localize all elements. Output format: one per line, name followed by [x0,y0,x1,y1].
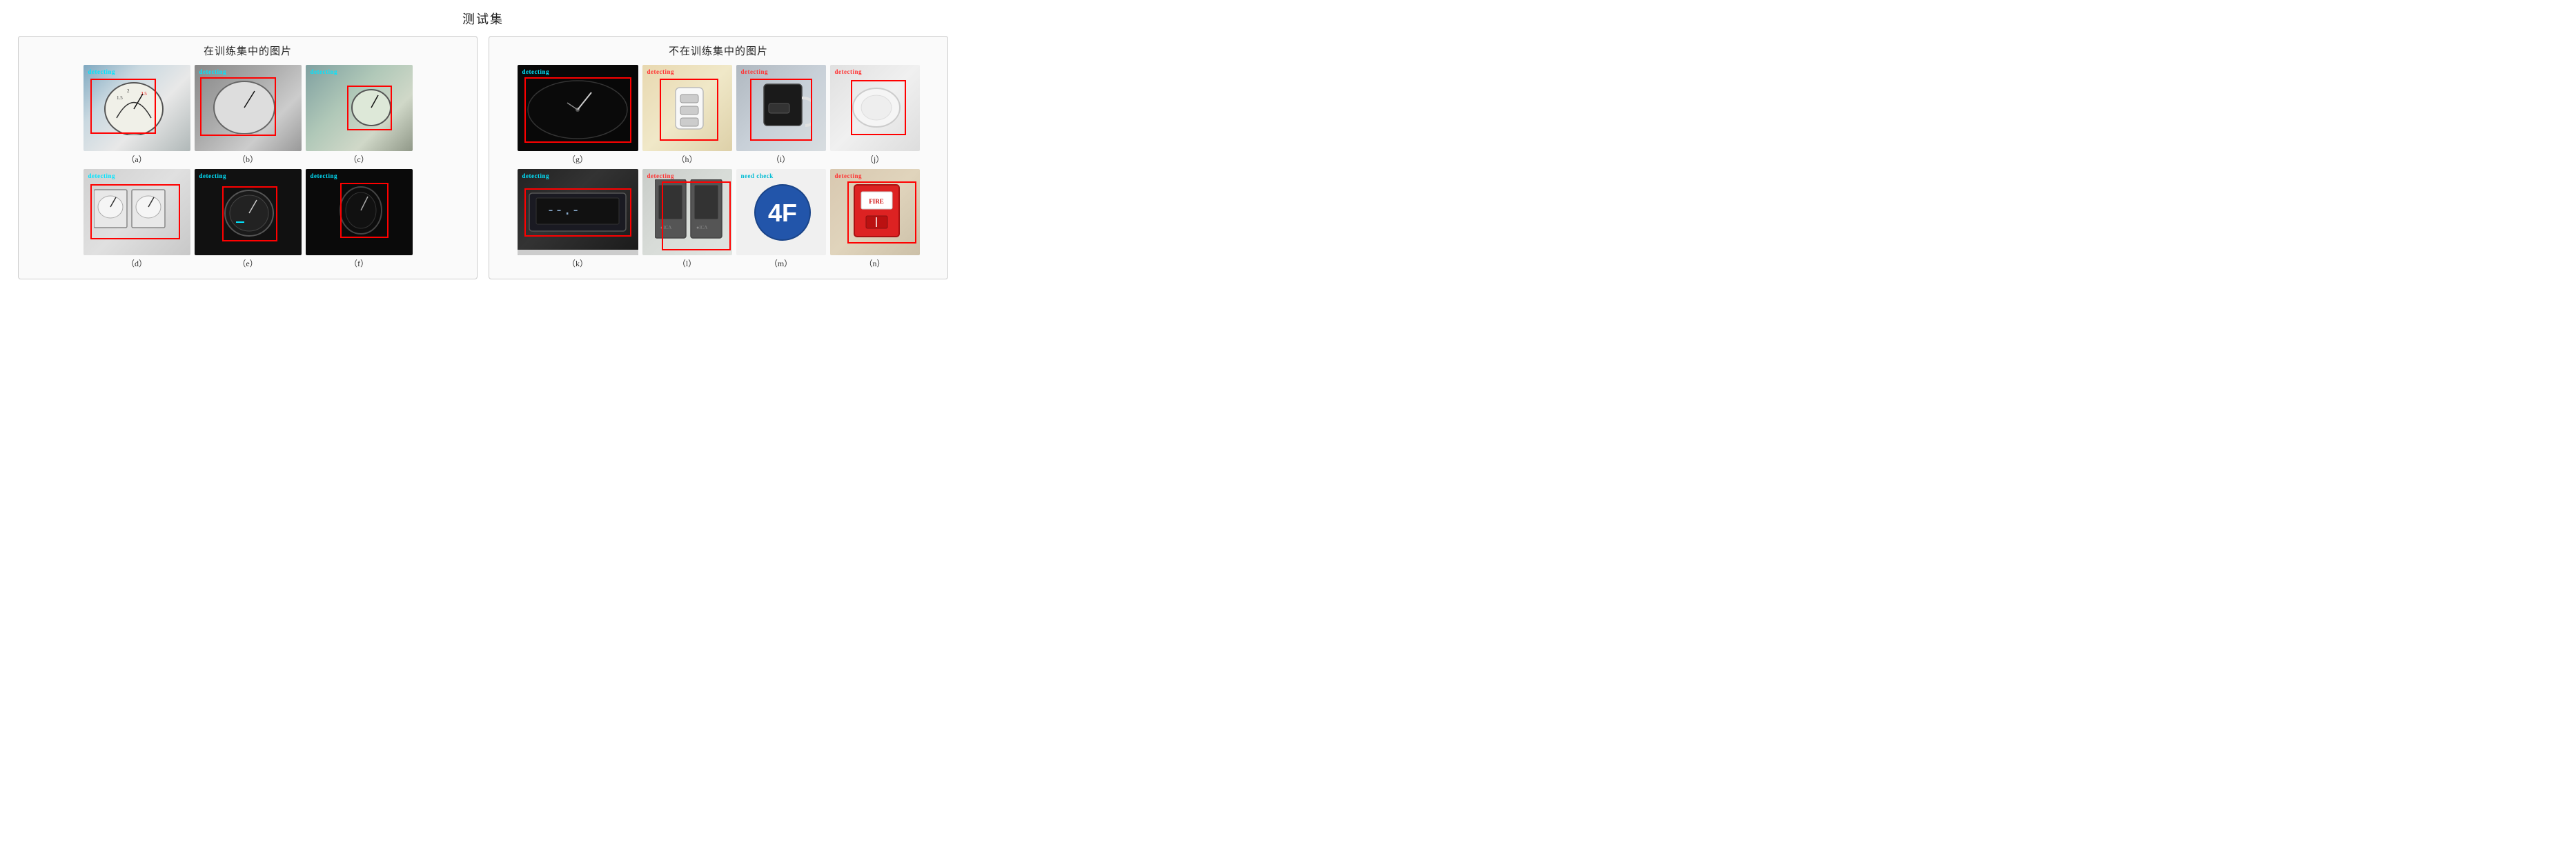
det-label-c: detecting [308,68,340,76]
img-wrapper-m: need check 4F [736,169,826,255]
det-box-l [662,181,731,250]
page-container: 测试集 在训练集中的图片 detecting 1.5 2 [0,0,966,289]
img-cell-g: detecting （g） [518,65,638,165]
sections-row: 在训练集中的图片 detecting 1.5 2 2.5 [0,33,966,289]
det-label-g: detecting [520,68,552,76]
img-wrapper-l: detecting ●ICA ●ICA [642,169,732,255]
display-k-bar [518,250,638,255]
det-label-e: detecting [197,172,229,180]
caption-i: （i） [771,153,790,165]
img-wrapper-i: detecting [736,65,826,151]
sign-m-svg: 4F [751,181,814,244]
det-box-h [660,79,718,141]
img-cell-i: detecting （i） [736,65,826,165]
caption-a: （a） [126,153,146,165]
det-label-b: detecting [197,68,229,76]
img-cell-a: detecting 1.5 2 2.5 （a） [83,65,190,165]
img-cell-l: detecting ●ICA ●ICA （l） [642,169,732,269]
img-cell-f: detecting （f） [306,169,413,269]
img-wrapper-k: detecting --.- [518,169,638,255]
left-row-2: detecting （d） [24,169,471,269]
det-label-d: detecting [86,172,118,180]
left-section: 在训练集中的图片 detecting 1.5 2 2.5 [18,36,478,279]
caption-e: （e） [237,257,257,269]
img-cell-e: detecting （e） [195,169,302,269]
caption-d: （d） [126,257,147,269]
img-cell-k: detecting --.- [518,169,638,269]
det-box-e [222,186,277,241]
right-section-title: 不在训练集中的图片 [495,43,942,58]
caption-g: （g） [567,153,588,165]
right-section: 不在训练集中的图片 detecting [489,36,948,279]
page-title: 测试集 [0,0,966,33]
caption-c: （c） [348,153,368,165]
det-box-g [524,77,631,143]
img-wrapper-j: detecting [830,65,920,151]
det-label-h: detecting [645,68,677,76]
right-row-1: detecting （g） [495,65,942,165]
det-label-n: detecting [833,172,865,180]
caption-h: （h） [676,153,697,165]
img-wrapper-h: detecting [642,65,732,151]
det-box-n [847,181,916,244]
det-box-j [851,80,906,135]
det-box-d [90,184,180,239]
svg-text:4F: 4F [767,199,796,227]
det-box-c [347,86,392,130]
img-wrapper-n: detecting FIRE [830,169,920,255]
img-cell-c: detecting （c） [306,65,413,165]
det-label-j: detecting [833,68,865,76]
img-wrapper-b: detecting [195,65,302,151]
img-wrapper-e: detecting [195,169,302,255]
det-label-i: detecting [739,68,771,76]
img-cell-j: detecting （j） [830,65,920,165]
det-box-k [524,188,631,237]
left-section-title: 在训练集中的图片 [24,43,471,58]
left-row-1: detecting 1.5 2 2.5 （a） [24,65,471,165]
det-box-i [750,79,812,141]
img-cell-b: detecting （b） [195,65,302,165]
img-cell-m: need check 4F （m） [736,169,826,269]
caption-m: （m） [769,257,792,269]
det-label-l: detecting [645,172,677,180]
img-cell-h: detecting （h） [642,65,732,165]
img-wrapper-f: detecting [306,169,413,255]
caption-j: （j） [865,153,884,165]
right-row-2: detecting --.- [495,169,942,269]
img-cell-d: detecting （d） [83,169,190,269]
img-wrapper-d: detecting [83,169,190,255]
img-cell-n: detecting FIRE （n） [830,169,920,269]
det-box-b [200,77,276,136]
caption-f: （f） [349,257,368,269]
img-wrapper-c: detecting [306,65,413,151]
img-wrapper-a: detecting 1.5 2 2.5 [83,65,190,151]
det-box-a [90,79,156,134]
det-box-f [340,183,389,238]
det-label-m: need check [739,172,776,180]
det-label-a: detecting [86,68,118,76]
det-label-f: detecting [308,172,340,180]
caption-l: （l） [678,257,696,269]
det-label-k: detecting [520,172,552,180]
caption-k: （k） [567,257,588,269]
caption-n: （n） [864,257,885,269]
caption-b: （b） [237,153,258,165]
img-wrapper-g: detecting [518,65,638,151]
